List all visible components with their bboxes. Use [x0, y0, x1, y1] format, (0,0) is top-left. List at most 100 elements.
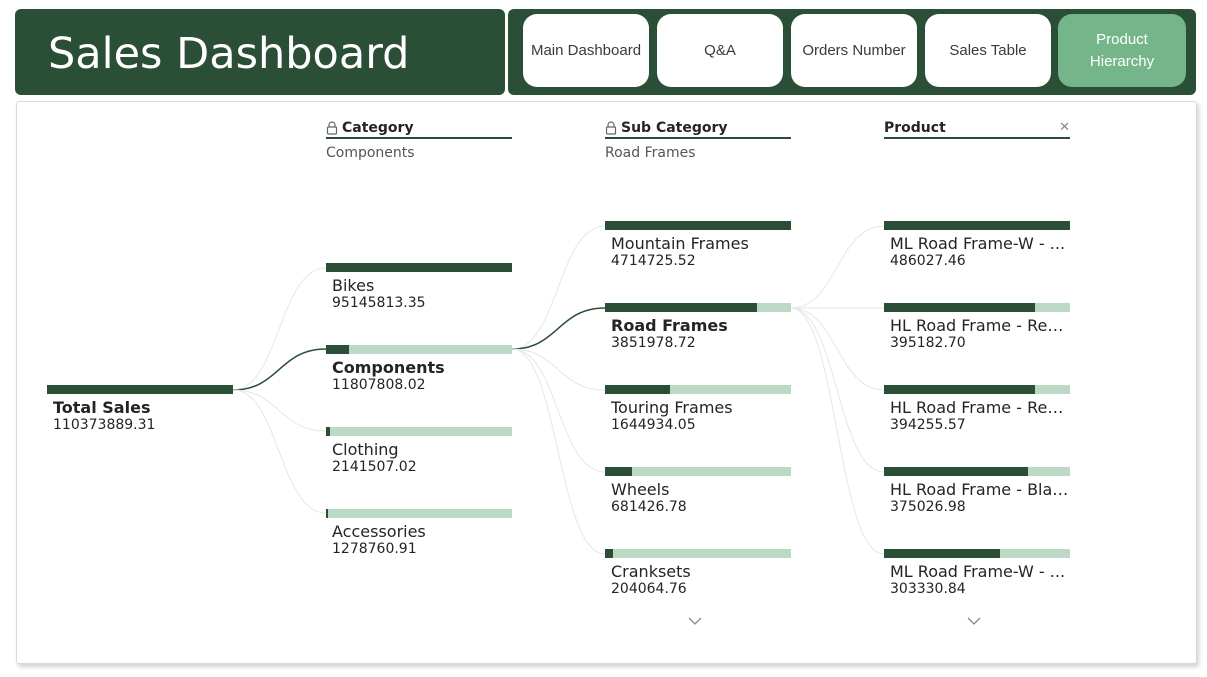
node-value: 204064.76 [611, 581, 687, 597]
node-bar [326, 345, 512, 354]
node-bar-fill [605, 385, 670, 394]
category-level-header[interactable]: Category Components [326, 119, 512, 161]
node-bar-fill [605, 467, 632, 476]
nav-panel: Main Dashboard Q&A Orders Number Sales T… [508, 9, 1196, 95]
node-bar-fill [605, 221, 791, 230]
node-label: Touring Frames [611, 398, 733, 417]
tree-node-category[interactable]: Bikes 95145813.35 [326, 263, 512, 312]
tree-node-category[interactable]: Clothing 2141507.02 [326, 427, 512, 476]
subcategory-level-header[interactable]: Sub Category Road Frames [605, 119, 791, 161]
node-bar [884, 385, 1070, 394]
node-value: 1644934.05 [611, 417, 696, 433]
node-label: Components [332, 358, 445, 377]
node-label: Accessories [332, 522, 426, 541]
lock-icon [605, 121, 617, 135]
node-bar-fill [605, 549, 613, 558]
connector-line [511, 348, 606, 555]
node-label: Total Sales [53, 398, 151, 417]
node-label: HL Road Frame - Red,... [890, 316, 1070, 335]
node-label: Mountain Frames [611, 234, 749, 253]
tree-node-subcategory[interactable]: Wheels 681426.78 [605, 467, 791, 516]
node-bar [47, 385, 233, 394]
product-level-header[interactable]: Product ✕ [884, 119, 1070, 139]
node-bar [884, 221, 1070, 230]
lock-icon [326, 121, 338, 135]
node-label: Bikes [332, 276, 375, 295]
node-bar-fill [605, 303, 757, 312]
chevron-down-icon[interactable] [687, 616, 703, 626]
nav-main-dashboard-button[interactable]: Main Dashboard [523, 14, 649, 87]
nav-product-hierarchy-button[interactable]: Product Hierarchy [1058, 14, 1186, 87]
category-header-label: Category [342, 120, 414, 136]
tree-node-subcategory[interactable]: Touring Frames 1644934.05 [605, 385, 791, 434]
connector-line [232, 389, 327, 432]
node-bar-fill [884, 221, 1070, 230]
node-bar [884, 467, 1070, 476]
node-value: 4714725.52 [611, 253, 696, 269]
node-bar [605, 467, 791, 476]
node-label: Clothing [332, 440, 399, 459]
tree-node-subcategory[interactable]: Mountain Frames 4714725.52 [605, 221, 791, 270]
connector-line [511, 225, 606, 350]
close-icon[interactable]: ✕ [1059, 120, 1070, 135]
tree-node-subcategory[interactable]: Cranksets 204064.76 [605, 549, 791, 598]
connector-line [232, 389, 327, 514]
product-header-label: Product [884, 120, 946, 136]
connector-line [790, 307, 885, 473]
node-bar [884, 549, 1070, 558]
connector-line [790, 307, 885, 555]
connector-line [790, 225, 885, 309]
tree-node-product[interactable]: ML Road Frame-W - ... 303330.84 [884, 549, 1070, 598]
node-label: Road Frames [611, 316, 728, 335]
connector-line [232, 267, 327, 391]
tree-node-product[interactable]: HL Road Frame - Red,... 395182.70 [884, 303, 1070, 352]
node-bar-fill [326, 345, 350, 354]
connector-line [790, 307, 885, 391]
tree-node-product[interactable]: HL Road Frame - Blac... 375026.98 [884, 467, 1070, 516]
tree-node-product[interactable]: HL Road Frame - Red,... 394255.57 [884, 385, 1070, 434]
node-bar-fill [884, 303, 1036, 312]
nav-orders-number-button[interactable]: Orders Number [791, 14, 917, 87]
node-bar [605, 221, 791, 230]
tree-node-root[interactable]: Total Sales 110373889.31 [47, 385, 233, 434]
node-value: 486027.46 [890, 253, 966, 269]
node-label: Cranksets [611, 562, 691, 581]
node-value: 110373889.31 [53, 417, 156, 433]
page-title: Sales Dashboard [48, 29, 410, 79]
tree-node-subcategory-selected[interactable]: Road Frames 3851978.72 [605, 303, 791, 352]
node-bar-fill [326, 509, 329, 518]
node-bar [605, 303, 791, 312]
nav-sales-table-button[interactable]: Sales Table [925, 14, 1051, 87]
node-value: 303330.84 [890, 581, 966, 597]
node-label: HL Road Frame - Red,... [890, 398, 1070, 417]
subcategory-selected-value: Road Frames [605, 145, 696, 161]
node-value: 394255.57 [890, 417, 966, 433]
connector-line-active [232, 348, 327, 391]
tree-node-product[interactable]: ML Road Frame-W - ... 486027.46 [884, 221, 1070, 270]
chevron-down-icon[interactable] [966, 616, 982, 626]
node-value: 95145813.35 [332, 295, 426, 311]
node-bar [326, 509, 512, 518]
nav-qa-button[interactable]: Q&A [657, 14, 783, 87]
node-bar-fill [326, 427, 331, 436]
node-value: 3851978.72 [611, 335, 696, 351]
node-value: 681426.78 [611, 499, 687, 515]
tree-node-category-selected[interactable]: Components 11807808.02 [326, 345, 512, 394]
category-selected-value: Components [326, 145, 415, 161]
node-bar-fill [326, 263, 512, 272]
node-value: 2141507.02 [332, 459, 417, 475]
node-label: ML Road Frame-W - ... [890, 562, 1066, 581]
node-bar [326, 263, 512, 272]
node-label: Wheels [611, 480, 670, 499]
connector-line-active [511, 307, 606, 350]
node-bar [605, 549, 791, 558]
node-bar-fill [884, 467, 1028, 476]
tree-node-category[interactable]: Accessories 1278760.91 [326, 509, 512, 558]
node-value: 11807808.02 [332, 377, 426, 393]
decomposition-tree-visual: Category Components Sub Category Road Fr… [16, 101, 1197, 664]
node-value: 375026.98 [890, 499, 966, 515]
node-bar [605, 385, 791, 394]
node-value: 1278760.91 [332, 541, 417, 557]
subcategory-header-label: Sub Category [621, 120, 728, 136]
node-bar-fill [884, 385, 1035, 394]
